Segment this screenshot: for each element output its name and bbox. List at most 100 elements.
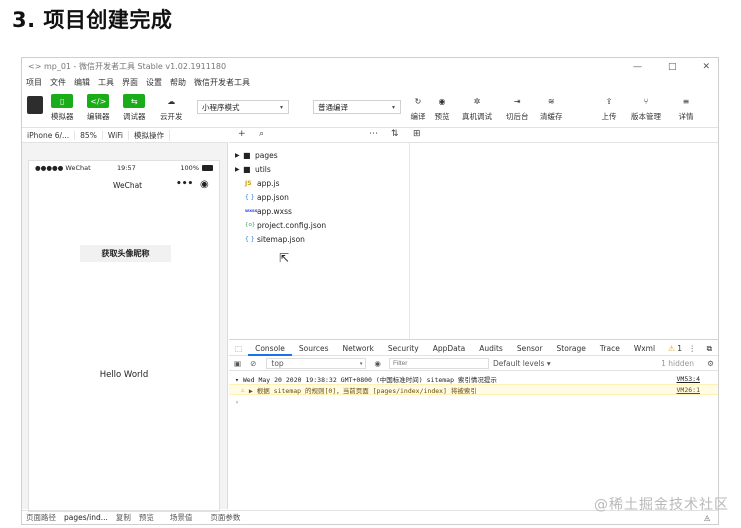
compile-select[interactable]: 普通编译 ▾: [313, 100, 401, 114]
warning-badge[interactable]: ⚠ 1: [668, 344, 682, 353]
tab-security[interactable]: Security: [381, 342, 426, 356]
minimize-button[interactable]: —: [633, 62, 642, 72]
close-button[interactable]: ✕: [702, 62, 710, 72]
ide-window: <> mp_01 - 微信开发者工具 Stable v1.02.1911180 …: [21, 57, 719, 525]
mode-select[interactable]: 小程序模式 ▾: [197, 100, 289, 114]
warn-source-link[interactable]: VM26:1: [677, 386, 700, 394]
tree-item-app-js[interactable]: JS app.js: [245, 177, 280, 189]
context-select[interactable]: top ▾: [266, 358, 367, 369]
tab-audits[interactable]: Audits: [472, 342, 510, 356]
capsule-close-icon[interactable]: ◉: [200, 179, 209, 190]
menu-edit[interactable]: 编辑: [74, 77, 90, 88]
menu-settings[interactable]: 设置: [146, 77, 162, 88]
preview-link[interactable]: 预览: [135, 512, 158, 523]
tab-network[interactable]: Network: [336, 342, 381, 356]
version-button[interactable]: ⑂ 版本管理: [631, 94, 661, 122]
sort-icon[interactable]: ⇅: [391, 129, 399, 139]
cloud-button[interactable]: ☁ 云开发: [160, 94, 183, 122]
zoom-select[interactable]: 85%: [75, 131, 103, 140]
chevron-right-icon: ▶: [235, 151, 240, 159]
phone-screen: ●●●●● WeChat 19:57 100% WeChat ••• ◉ 获取头…: [28, 160, 220, 512]
editor-button[interactable]: </> 编辑器: [87, 94, 110, 122]
get-userinfo-button[interactable]: 获取头像昵称: [80, 245, 171, 262]
tree-item-app-wxss[interactable]: wxss app.wxss: [245, 205, 292, 217]
menu-help[interactable]: 帮助: [170, 77, 186, 88]
upload-button[interactable]: ⇪ 上传: [598, 94, 620, 122]
kebab-menu-icon[interactable]: ⋮: [689, 344, 697, 353]
explorer-toolbar: + ⌕ ⋯ ⇅ ⊞: [229, 129, 718, 143]
copy-link[interactable]: 复制: [112, 512, 135, 523]
battery-icon: [202, 165, 213, 171]
wxss-file-icon: wxss: [245, 208, 258, 214]
split-icon[interactable]: ⊞: [413, 129, 421, 139]
tree-item-project-config[interactable]: {o} project.config.json: [245, 219, 326, 231]
js-file-icon: JS: [245, 179, 252, 187]
main-toolbar: ▯ 模拟器 </> 编辑器 ⇆ 调试器 ☁ 云开发 小程序模式 ▾ 普通编译 ▾ ↻…: [22, 92, 718, 128]
debugger-button[interactable]: ⇆ 调试器: [123, 94, 146, 122]
simulator-panel: ●●●●● WeChat 19:57 100% WeChat ••• ◉ 获取头…: [22, 143, 228, 512]
tab-storage[interactable]: Storage: [550, 342, 593, 356]
tab-sources[interactable]: Sources: [292, 342, 336, 356]
tree-item-pages[interactable]: ▶ ■ pages: [235, 149, 278, 161]
console-filter-bar: ▣ ⊘ top▾ ◉ Default levels ▾ 1 hidden ⚙: [229, 357, 718, 371]
tree-item-sitemap[interactable]: { } sitemap.json: [245, 233, 305, 245]
more-icon[interactable]: •••: [176, 179, 193, 189]
json-file-icon: { }: [245, 235, 255, 243]
watermark: @稀土掘金技术社区: [594, 497, 729, 513]
inspect-icon[interactable]: ⬚: [229, 344, 248, 353]
bell-icon[interactable]: ◬: [704, 513, 710, 522]
tab-appdata[interactable]: AppData: [426, 342, 473, 356]
undock-icon[interactable]: ⧉: [707, 344, 712, 354]
chevron-down-icon: ▾: [359, 361, 363, 367]
cloud-icon: ☁: [167, 96, 176, 106]
log-levels-select[interactable]: Default levels ▾: [493, 359, 551, 368]
maximize-button[interactable]: □: [668, 62, 677, 72]
menu-devtools[interactable]: 微信开发者工具: [194, 77, 250, 88]
console-warning-line[interactable]: ⚠ ▶ 根据 sitemap 的规则[0]，当前页面 [pages/index/…: [229, 384, 718, 395]
menu-view[interactable]: 界面: [122, 77, 138, 88]
menu-tools[interactable]: 工具: [98, 77, 114, 88]
tab-trace[interactable]: Trace: [593, 342, 627, 356]
menu-project[interactable]: 项目: [26, 77, 42, 88]
clear-console-icon[interactable]: ⊘: [246, 359, 260, 368]
clear-cache-button[interactable]: ≋ 清缓存: [540, 94, 563, 122]
plus-icon[interactable]: +: [238, 129, 246, 139]
log-source-link[interactable]: VM53:4: [677, 375, 700, 383]
chevron-right-icon: ▶: [235, 165, 240, 173]
network-select[interactable]: WiFi: [103, 131, 130, 140]
menu-file[interactable]: 文件: [50, 77, 66, 88]
console-filter-input[interactable]: [388, 358, 489, 369]
scene-label[interactable]: 场景值: [158, 512, 205, 523]
tab-sensor[interactable]: Sensor: [510, 342, 550, 356]
remote-debug-button[interactable]: ✲ 真机调试: [462, 94, 492, 122]
console-prompt[interactable]: ›: [229, 396, 718, 407]
folder-icon: ■: [243, 150, 251, 160]
details-button[interactable]: ≡ 详情: [675, 94, 697, 122]
gear-icon[interactable]: ⚙: [707, 359, 714, 368]
tree-item-app-json[interactable]: { } app.json: [245, 191, 289, 203]
operate-select[interactable]: 模拟操作: [129, 130, 171, 141]
tab-wxml[interactable]: Wxml: [627, 342, 662, 356]
compile-button[interactable]: ↻ 编译: [407, 94, 429, 122]
page-path-value: pages/ind...: [64, 513, 108, 522]
layers-icon: ≋: [547, 96, 555, 106]
avatar[interactable]: [27, 96, 43, 114]
more-icon[interactable]: ⋯: [369, 129, 378, 139]
code-icon: </>: [87, 94, 110, 108]
tree-item-utils[interactable]: ▶ ■ utils: [235, 163, 271, 175]
eye-icon[interactable]: ◉: [366, 359, 389, 368]
json-file-icon: { }: [245, 193, 255, 201]
preview-button[interactable]: ◉ 预览: [431, 94, 453, 122]
tab-console[interactable]: Console: [248, 342, 292, 356]
backstage-button[interactable]: ⇥ 切后台: [506, 94, 529, 122]
console-log-line[interactable]: ▾ Wed May 20 2020 19:38:32 GMT+0800 (中国标…: [229, 373, 718, 384]
simulator-button[interactable]: ▯ 模拟器: [51, 94, 74, 122]
device-select[interactable]: iPhone 6/...: [22, 131, 76, 140]
branch-icon: ⑂: [643, 96, 649, 106]
page-params-label[interactable]: 页面参数: [204, 512, 246, 523]
sidebar-toggle-icon[interactable]: ▣: [229, 359, 246, 368]
status-bar: ●●●●● WeChat 19:57 100%: [29, 164, 219, 174]
carrier-text: ●●●●● WeChat: [35, 164, 91, 172]
page-heading: 3. 项目创建完成: [12, 8, 173, 32]
search-icon[interactable]: ⌕: [259, 129, 264, 139]
